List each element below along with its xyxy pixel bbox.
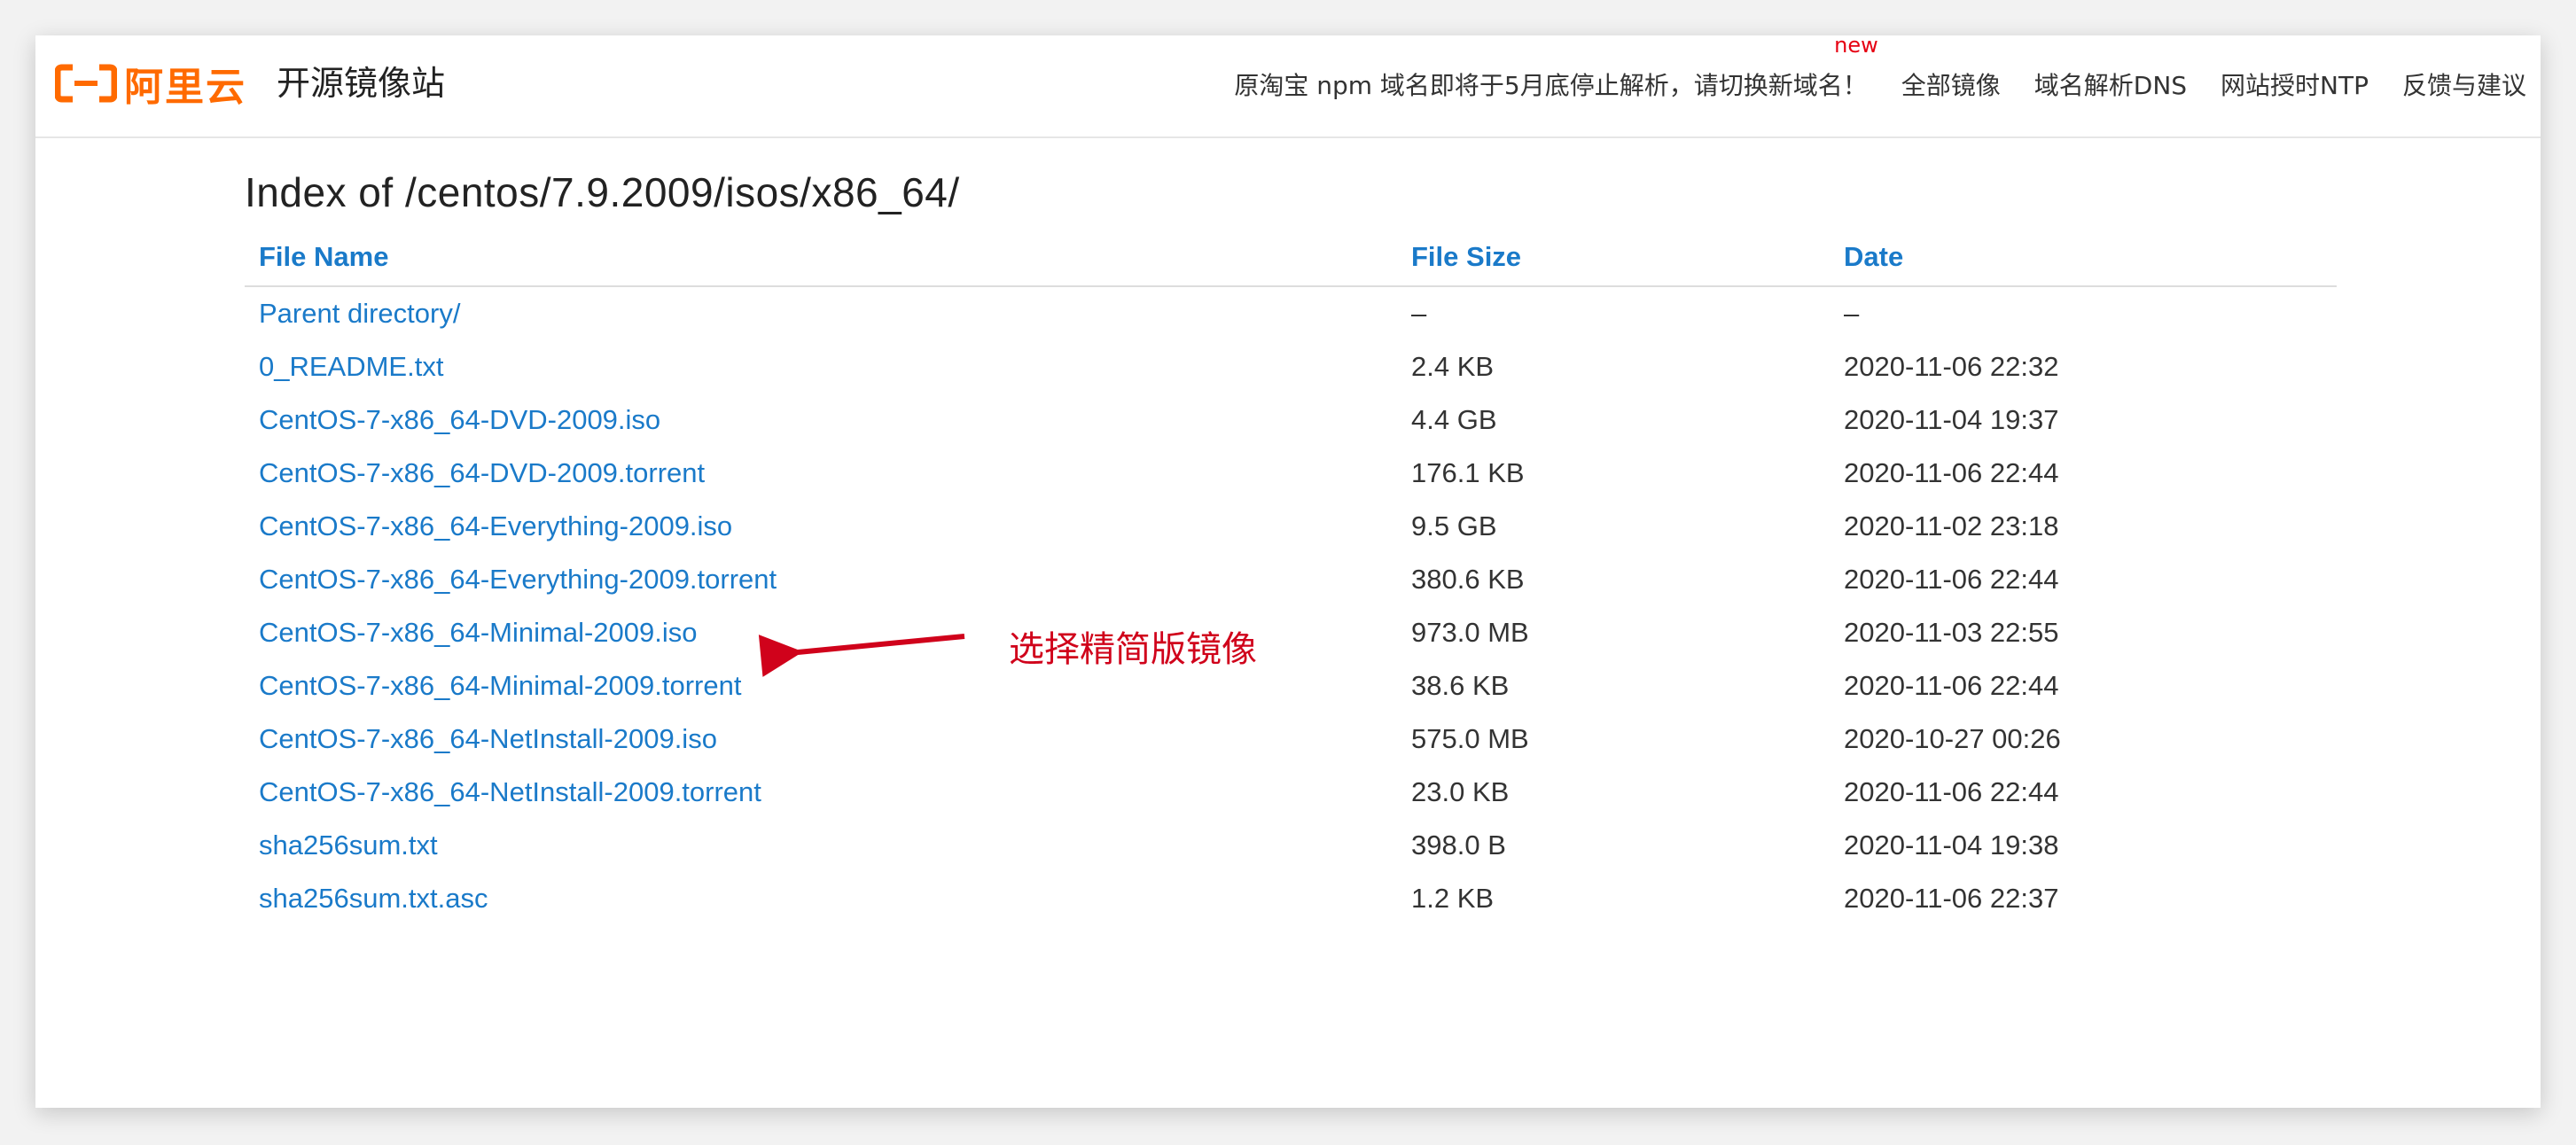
file-link[interactable]: CentOS-7-x86_64-Everything-2009.torrent <box>259 564 777 595</box>
file-link[interactable]: CentOS-7-x86_64-Minimal-2009.torrent <box>259 670 741 701</box>
file-name-cell: 0_README.txt <box>245 340 1397 393</box>
file-listing-table: File Name File Size Date Parent director… <box>245 229 2337 925</box>
logo-text: 阿里云 <box>124 65 246 110</box>
file-name-cell: CentOS-7-x86_64-NetInstall-2009.torrent <box>245 766 1397 819</box>
file-link[interactable]: CentOS-7-x86_64-Minimal-2009.iso <box>259 617 698 648</box>
file-link[interactable]: CentOS-7-x86_64-NetInstall-2009.torrent <box>259 776 761 807</box>
table-row: CentOS-7-x86_64-Everything-2009.iso 9.5 G… <box>245 500 2337 553</box>
table-body: Parent directory/ – – 0_README.txt 2.4 KB 202… <box>245 286 2337 925</box>
aliyun-logo-icon <box>55 64 117 103</box>
file-date-cell: 2020-11-02 23:18 <box>1844 510 2059 541</box>
table-row: CentOS-7-x86_64-DVD-2009.torrent 176.1 KB… <box>245 447 2337 500</box>
nav-link-dns[interactable]: 域名解析DNS <box>2034 66 2187 102</box>
file-name-cell: sha256sum.txt.asc <box>245 872 1397 925</box>
file-name-cell: CentOS-7-x86_64-Everything-2009.iso <box>245 500 1397 553</box>
file-name-cell: CentOS-7-x86_64-NetInstall-2009.iso <box>245 713 1397 766</box>
nav-link-feedback[interactable]: 反馈与建议 <box>2402 66 2526 102</box>
file-link[interactable]: sha256sum.txt <box>259 830 438 861</box>
table-row: CentOS-7-x86_64-DVD-2009.iso 4.4 GB 2020-1… <box>245 393 2337 447</box>
table-row: CentOS-7-x86_64-NetInstall-2009.torrent 2… <box>245 766 2337 819</box>
file-size-cell: 38.6 KB <box>1411 670 1510 701</box>
site-title[interactable]: 开源镜像站 <box>277 57 445 110</box>
table-header-row: File Name File Size Date <box>245 229 2337 287</box>
table-row: CentOS-7-x86_64-Minimal-2009.iso 973.0 MB… <box>245 606 2337 659</box>
browser-window: 阿里云 开源镜像站 原淘宝 npm 域名即将于5月底停止解析，请切换新域名！ n… <box>35 35 2541 1108</box>
file-size-cell: – <box>1411 298 1427 329</box>
table-row: sha256sum.txt 398.0 B 2020-11-04 19:38 <box>245 819 2337 872</box>
file-name-cell: CentOS-7-x86_64-DVD-2009.torrent <box>245 447 1397 500</box>
file-date-cell: 2020-11-04 19:38 <box>1844 830 2059 861</box>
column-header-file-name[interactable]: File Name <box>245 229 1397 287</box>
file-name-cell: Parent directory/ <box>245 286 1397 340</box>
table-row: CentOS-7-x86_64-Everything-2009.torrent 3… <box>245 553 2337 606</box>
table-row: sha256sum.txt.asc 1.2 KB 2020-11-06 22:37 <box>245 872 2337 925</box>
file-size-cell: 1.2 KB <box>1411 883 1495 914</box>
file-date-cell: 2020-10-27 00:26 <box>1844 723 2061 754</box>
file-size-cell: 973.0 MB <box>1411 617 1529 648</box>
top-navbar: 阿里云 开源镜像站 原淘宝 npm 域名即将于5月底停止解析，请切换新域名！ n… <box>35 35 2541 138</box>
file-link[interactable]: 0_README.txt <box>259 351 443 382</box>
file-date-cell: 2020-11-06 22:44 <box>1844 776 2059 807</box>
new-badge: new <box>1834 35 1878 58</box>
page-title: Index of /centos/7.9.2009/isos/x86_64/ <box>245 169 960 215</box>
file-name-cell: CentOS-7-x86_64-DVD-2009.iso <box>245 393 1397 447</box>
file-link[interactable]: CentOS-7-x86_64-DVD-2009.torrent <box>259 457 705 488</box>
notice-text: 原淘宝 npm 域名即将于5月底停止解析，请切换新域名！ <box>1234 71 1868 100</box>
aliyun-logo[interactable]: 阿里云 <box>55 53 246 113</box>
file-name-cell: sha256sum.txt <box>245 819 1397 872</box>
file-date-cell: 2020-11-04 19:37 <box>1844 404 2059 435</box>
file-size-cell: 398.0 B <box>1411 830 1506 861</box>
nav-link-ntp[interactable]: 网站授时NTP <box>2221 66 2369 102</box>
table-row: CentOS-7-x86_64-Minimal-2009.torrent 38.6… <box>245 659 2337 713</box>
file-date-cell: 2020-11-06 22:37 <box>1844 883 2059 914</box>
file-link[interactable]: CentOS-7-x86_64-NetInstall-2009.iso <box>259 723 717 754</box>
file-link[interactable]: sha256sum.txt.asc <box>259 883 488 914</box>
file-date-cell: 2020-11-06 22:44 <box>1844 457 2059 488</box>
main-content: Index of /centos/7.9.2009/isos/x86_64/ F… <box>245 168 2340 925</box>
file-date-cell: 2020-11-06 22:44 <box>1844 564 2059 595</box>
nav-links: 原淘宝 npm 域名即将于5月底停止解析，请切换新域名！ new 全部镜像 域名… <box>1200 35 2526 106</box>
file-date-cell: 2020-11-06 22:32 <box>1844 351 2059 382</box>
file-size-cell: 23.0 KB <box>1411 776 1510 807</box>
file-size-cell: 2.4 KB <box>1411 351 1495 382</box>
file-date-cell: 2020-11-03 22:55 <box>1844 617 2059 648</box>
file-size-cell: 9.5 GB <box>1411 510 1497 541</box>
annotation-label: 选择精简版镜像 <box>1009 629 1257 670</box>
file-link[interactable]: CentOS-7-x86_64-DVD-2009.iso <box>259 404 660 435</box>
npm-domain-notice-link[interactable]: 原淘宝 npm 域名即将于5月底停止解析，请切换新域名！ new <box>1234 35 1877 102</box>
table-row: Parent directory/ – – <box>245 286 2337 340</box>
file-link[interactable]: CentOS-7-x86_64-Everything-2009.iso <box>259 510 732 541</box>
file-name-cell: CentOS-7-x86_64-Everything-2009.torrent <box>245 553 1397 606</box>
column-header-file-size[interactable]: File Size <box>1397 229 1830 287</box>
file-date-cell: 2020-11-06 22:44 <box>1844 670 2059 701</box>
table-row: CentOS-7-x86_64-NetInstall-2009.iso 575.0… <box>245 713 2337 766</box>
file-link[interactable]: Parent directory/ <box>259 298 460 329</box>
nav-link-all-mirrors[interactable]: 全部镜像 <box>1901 66 2001 102</box>
file-size-cell: 4.4 GB <box>1411 404 1497 435</box>
column-header-date[interactable]: Date <box>1830 229 2337 287</box>
file-size-cell: 176.1 KB <box>1411 457 1525 488</box>
table-row: 0_README.txt 2.4 KB 2020-11-06 22:32 <box>245 340 2337 393</box>
file-size-cell: 575.0 MB <box>1411 723 1529 754</box>
file-size-cell: 380.6 KB <box>1411 564 1525 595</box>
file-date-cell: – <box>1844 298 1860 329</box>
